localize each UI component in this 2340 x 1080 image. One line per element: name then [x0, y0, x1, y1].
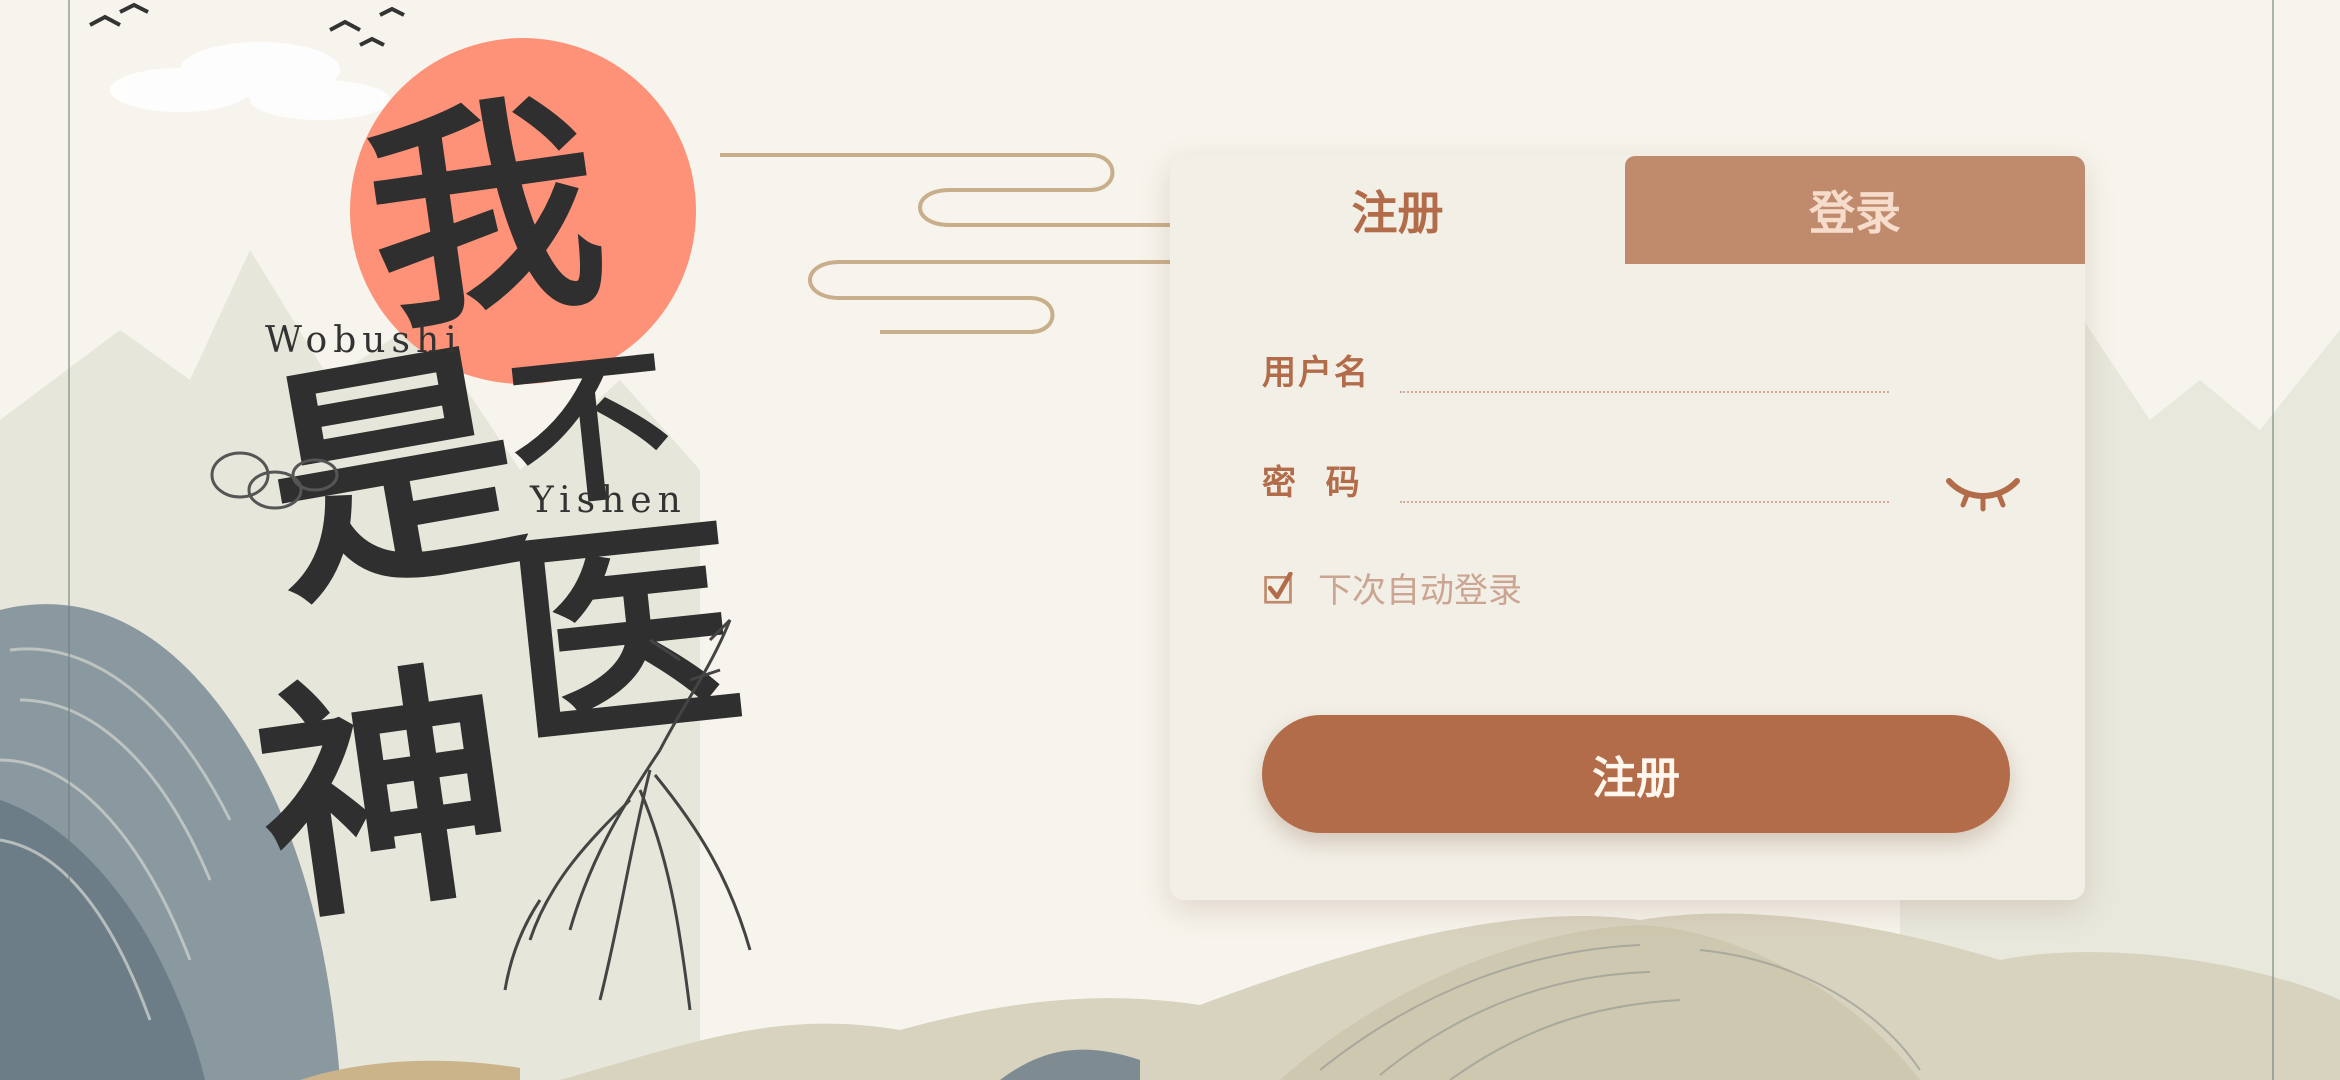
password-row: 密 码 [1262, 455, 1889, 504]
checkbox-checked-icon[interactable] [1262, 571, 1294, 604]
register-submit-button[interactable]: 注册 [1262, 715, 2010, 833]
eye-closed-icon[interactable] [1945, 473, 2021, 513]
username-label: 用户名 [1262, 353, 1370, 393]
frame-line-left [68, 0, 70, 1080]
brand-latin-2: Yishen [530, 480, 687, 521]
brand-latin-1: Wobushi [265, 320, 463, 361]
brand-logo: 我 不 是 医 神 Wobushi Yishen [180, 20, 840, 1011]
username-input[interactable] [1400, 346, 1889, 393]
username-row: 用户名 [1262, 345, 1889, 394]
remember-label: 下次自动登录 [1318, 571, 1522, 611]
calligraphy-char-1: 我 [352, 65, 618, 365]
tab-register[interactable]: 注册 [1170, 155, 1625, 265]
ginseng-root-icon [503, 618, 752, 1011]
remember-me[interactable]: 下次自动登录 [1262, 563, 1522, 612]
auth-card: 注册 登录 用户名 密 码 下次自动登录 注册 [1170, 155, 2085, 900]
cloud-ornament-icon [210, 451, 339, 510]
password-input[interactable] [1400, 456, 1889, 503]
tab-login[interactable]: 登录 [1625, 156, 2085, 264]
frame-line-right [2272, 0, 2274, 1080]
password-label: 密 码 [1262, 463, 1362, 503]
